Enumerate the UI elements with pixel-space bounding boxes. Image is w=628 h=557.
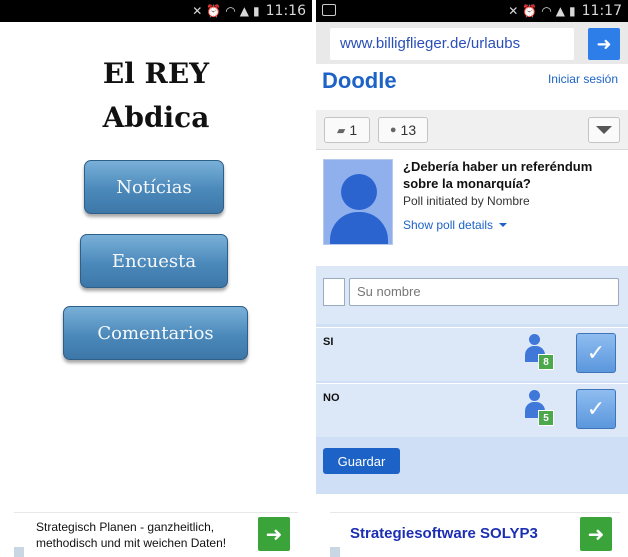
ad-banner[interactable]: Strategisch Planen - ganzheitlich, metho… [14,512,298,557]
ad-text: Strategisch Planen - ganzheitlich, metho… [36,520,227,550]
ad-info-icon[interactable] [330,547,340,557]
login-link[interactable]: Iniciar sesión [548,72,618,86]
url-text: www.billigflieger.de/urlaubs [340,35,521,52]
arrow-right-icon: ➜ [596,33,612,55]
participants-button[interactable]: ● 13 [378,117,428,143]
poll-info: ¿Debería haber un referéndum sobre la mo… [316,150,628,265]
battery-icon: ▮ [253,4,260,18]
poll-toolbar: ▰ 1 ● 13 [316,110,628,150]
image-notification-icon [322,4,336,16]
url-go-button[interactable]: ➜ [588,28,620,60]
right-screen: ✕ ⏰ ◠ ▲ ▮ 11:17 www.billigflieger.de/url… [316,0,628,557]
vote-count-badge: 5 [538,410,554,426]
comments-count: 1 [349,122,358,138]
wifi-icon: ◠ [541,4,552,18]
name-row: Su nombre [316,266,628,324]
signal-icon: ▲ [239,4,250,18]
mute-icon: ✕ [192,4,203,18]
vote-checkbox-si[interactable]: ✓ [576,333,616,373]
wifi-icon: ◠ [225,4,236,18]
poll-question: ¿Debería haber un referéndum sobre la mo… [403,159,593,191]
battery-icon: ▮ [569,4,576,18]
status-icons: ✕ ⏰ ◠ ▲ ▮ 11:17 [508,2,622,20]
vote-count-badge: 8 [538,354,554,370]
option-label: SI [323,336,334,348]
left-screen: ✕ ⏰ ◠ ▲ ▮ 11:16 El REY Abdica Notícias E… [0,0,312,557]
arrow-right-icon: ➜ [265,522,283,546]
ad-banner[interactable]: Strategiesoftware SOLYP3 ➜ [330,512,620,557]
chevron-down-icon [499,223,508,227]
url-ad-bar: www.billigflieger.de/urlaubs ➜ [316,22,628,64]
ad-arrow-button[interactable]: ➜ [580,517,612,551]
app-title-line1: El REY [102,57,210,90]
signal-icon: ▲ [555,4,566,18]
vote-form: Su nombre SI 8 ✓ NO 5 ✓ Guardar [316,266,628,494]
status-time: 11:17 [581,3,622,19]
show-poll-details-link[interactable]: Show poll details [403,218,508,232]
name-input[interactable]: Su nombre [349,278,619,306]
poll-initiator: Poll initiated by Nombre [403,194,530,208]
poll-details-label: Show poll details [403,218,494,232]
dropdown-triangle-icon [596,126,612,134]
checkmark-icon: ✓ [586,340,606,366]
comment-icon: ▰ [336,124,346,137]
option-row-no: NO 5 ✓ [316,383,628,437]
name-checkbox[interactable] [323,278,345,306]
url-field[interactable]: www.billigflieger.de/urlaubs [330,28,574,60]
doodle-logo: Doodle [322,68,397,93]
save-button[interactable]: Guardar [323,448,400,474]
ad-text: Strategiesoftware SOLYP3 [350,525,538,542]
option-row-si: SI 8 ✓ [316,327,628,381]
vote-checkbox-no[interactable]: ✓ [576,389,616,429]
menu-dropdown-button[interactable] [588,117,620,143]
person-icon: ● [389,124,397,136]
status-bar: ✕ ⏰ ◠ ▲ ▮ 11:17 [316,0,628,22]
alarm-icon: ⏰ [522,4,538,18]
alarm-icon: ⏰ [206,4,222,18]
ad-arrow-button[interactable]: ➜ [258,517,290,551]
avatar [323,159,393,245]
option-label: NO [323,392,340,404]
mute-icon: ✕ [508,4,519,18]
comentarios-button[interactable]: Comentarios [63,306,248,360]
participants-count: 13 [400,122,417,138]
arrow-right-icon: ➜ [587,522,605,546]
status-time: 11:16 [265,3,306,19]
comments-button[interactable]: ▰ 1 [324,117,370,143]
encuesta-button[interactable]: Encuesta [80,234,228,288]
ad-info-icon[interactable] [14,547,24,557]
checkmark-icon: ✓ [586,396,606,422]
app-title-line2: Abdica [102,101,210,134]
noticias-button[interactable]: Notícias [84,160,224,214]
status-icons: ✕ ⏰ ◠ ▲ ▮ 11:16 [192,2,306,20]
status-bar: ✕ ⏰ ◠ ▲ ▮ 11:16 [0,0,312,22]
